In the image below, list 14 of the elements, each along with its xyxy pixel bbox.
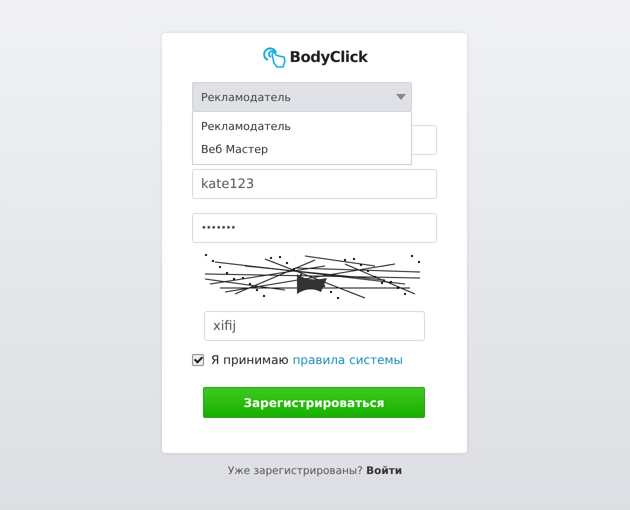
dropdown-option[interactable]: Рекламодатель: [193, 115, 411, 138]
checkbox[interactable]: [192, 354, 204, 366]
dropdown-option[interactable]: Веб Мастер: [193, 138, 411, 161]
role-select[interactable]: Рекламодатель: [192, 82, 412, 112]
agreement-text: Я принимаю: [211, 353, 289, 367]
captcha-field[interactable]: xifij: [204, 311, 425, 341]
hand-pointer-icon: [262, 46, 286, 68]
footer-text: Уже зарегистрированы?: [228, 465, 363, 477]
login-link[interactable]: Войти: [366, 465, 402, 477]
logo-text: BodyClick: [290, 48, 368, 66]
login-field[interactable]: kate123: [192, 169, 437, 199]
rules-link[interactable]: правила системы: [292, 353, 403, 367]
caret-icon: [396, 94, 406, 100]
password-field[interactable]: •••••••: [192, 213, 437, 243]
